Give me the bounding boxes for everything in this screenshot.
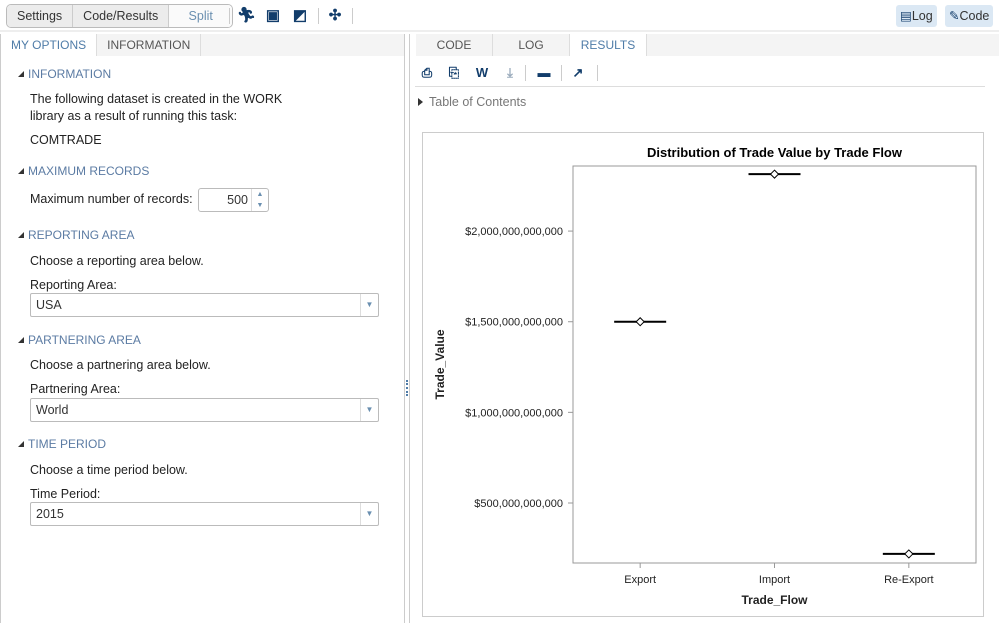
partnering-label: Partnering Area: [30,382,121,396]
mean-marker [904,549,914,559]
info-text-2: library as a result of running this task… [30,109,238,123]
reporting-label: Reporting Area: [30,278,117,292]
table-of-contents-toggle[interactable]: Table of Contents [418,95,526,109]
y-axis-label: Trade_Value [433,329,447,399]
section-reporting-area[interactable]: REPORTING AREA [18,228,134,242]
save-as-icon[interactable]: ◩ [291,7,309,25]
partnering-area-select[interactable]: World ▼ [30,398,379,422]
dataset-name: COMTRADE [30,133,102,147]
section-maximum-records[interactable]: MAXIMUM RECORDS [18,164,149,178]
tab-code[interactable]: CODE [416,34,493,56]
settings-button[interactable]: Settings [7,5,74,27]
print-icon[interactable]: ▬ [536,65,552,81]
x-axis-label: Trade_Flow [741,593,808,607]
box-plot-chart: Distribution of Trade Value by Trade Flo… [433,145,977,607]
tab-my-options[interactable]: MY OPTIONS [1,34,98,56]
info-text-1: The following dataset is created in the … [30,92,283,106]
section-time-period[interactable]: TIME PERIOD [18,437,106,451]
log-button[interactable]: ▤Log [896,5,937,27]
y-tick-label: $2,000,000,000,000 [465,226,563,238]
code-icon: ✎ [949,9,960,23]
log-icon: ▤ [900,9,912,23]
collapse-icon[interactable]: ✣ [326,7,344,25]
chevron-down-icon[interactable]: ▼ [360,294,378,316]
reporting-desc: Choose a reporting area below. [30,254,204,268]
partnering-desc: Choose a partnering area below. [30,358,211,372]
html-download-icon[interactable]: ⎙ [419,65,435,81]
log-label: Log [911,9,933,23]
partnering-area-value: World [36,403,69,417]
code-button[interactable]: ✎Code [945,5,994,27]
increment-icon[interactable]: ▲ [252,189,268,200]
divider [597,65,598,81]
run-icon[interactable]: 🏃︎ [237,7,256,25]
results-tabs: CODE LOG RESULTS [416,34,999,56]
time-desc: Choose a time period below. [30,463,188,477]
download-icon[interactable]: ⤓ [502,65,518,81]
reporting-area-value: USA [36,298,62,312]
reporting-area-select[interactable]: USA ▼ [30,293,379,317]
mean-marker [635,317,645,327]
max-records-label: Maximum number of records: [30,192,193,206]
max-records-stepper[interactable]: 500 ▲ ▼ [198,188,269,212]
rtf-download-icon[interactable]: W [474,65,490,81]
divider [525,65,526,81]
chevron-down-icon[interactable]: ▼ [360,503,378,525]
section-partnering-area[interactable]: PARTNERING AREA [18,333,141,347]
divider [318,8,319,24]
code-results-button[interactable]: Code/Results [73,5,170,27]
save-icon[interactable]: ▣ [264,7,282,25]
divider [561,65,562,81]
chart-title: Distribution of Trade Value by Trade Flo… [647,145,903,160]
x-tick-label: Export [624,574,656,586]
x-tick-label: Import [759,574,790,586]
max-records-value: 500 [227,193,248,207]
divider [415,86,985,87]
time-label: Time Period: [30,487,101,501]
y-tick-label: $500,000,000,000 [474,498,563,510]
split-button[interactable]: Split [169,5,233,27]
tab-results[interactable]: RESULTS [570,34,647,56]
open-new-window-icon[interactable]: ↗ [570,65,586,81]
divider [352,8,353,24]
section-information[interactable]: INFORMATION [18,67,111,81]
tab-information[interactable]: INFORMATION [97,34,202,56]
divider [229,8,230,24]
x-tick-label: Re-Export [884,574,934,586]
chevron-down-icon[interactable]: ▼ [360,399,378,421]
view-mode-toggle: Settings Code/Results Split [6,4,234,28]
y-tick-label: $1,000,000,000,000 [465,407,563,419]
plot-area [572,165,977,564]
time-period-select[interactable]: 2015 ▼ [30,502,379,526]
decrement-icon[interactable]: ▼ [252,200,268,211]
tab-log[interactable]: LOG [493,34,570,56]
code-label: Code [959,9,990,23]
time-period-value: 2015 [36,507,64,521]
pdf-download-icon[interactable]: ⎘ [446,65,462,81]
mean-marker [769,169,780,179]
settings-tabs: MY OPTIONS INFORMATION [1,34,404,56]
y-tick-label: $1,500,000,000,000 [465,317,563,329]
chart-card: Distribution of Trade Value by Trade Flo… [422,132,984,617]
